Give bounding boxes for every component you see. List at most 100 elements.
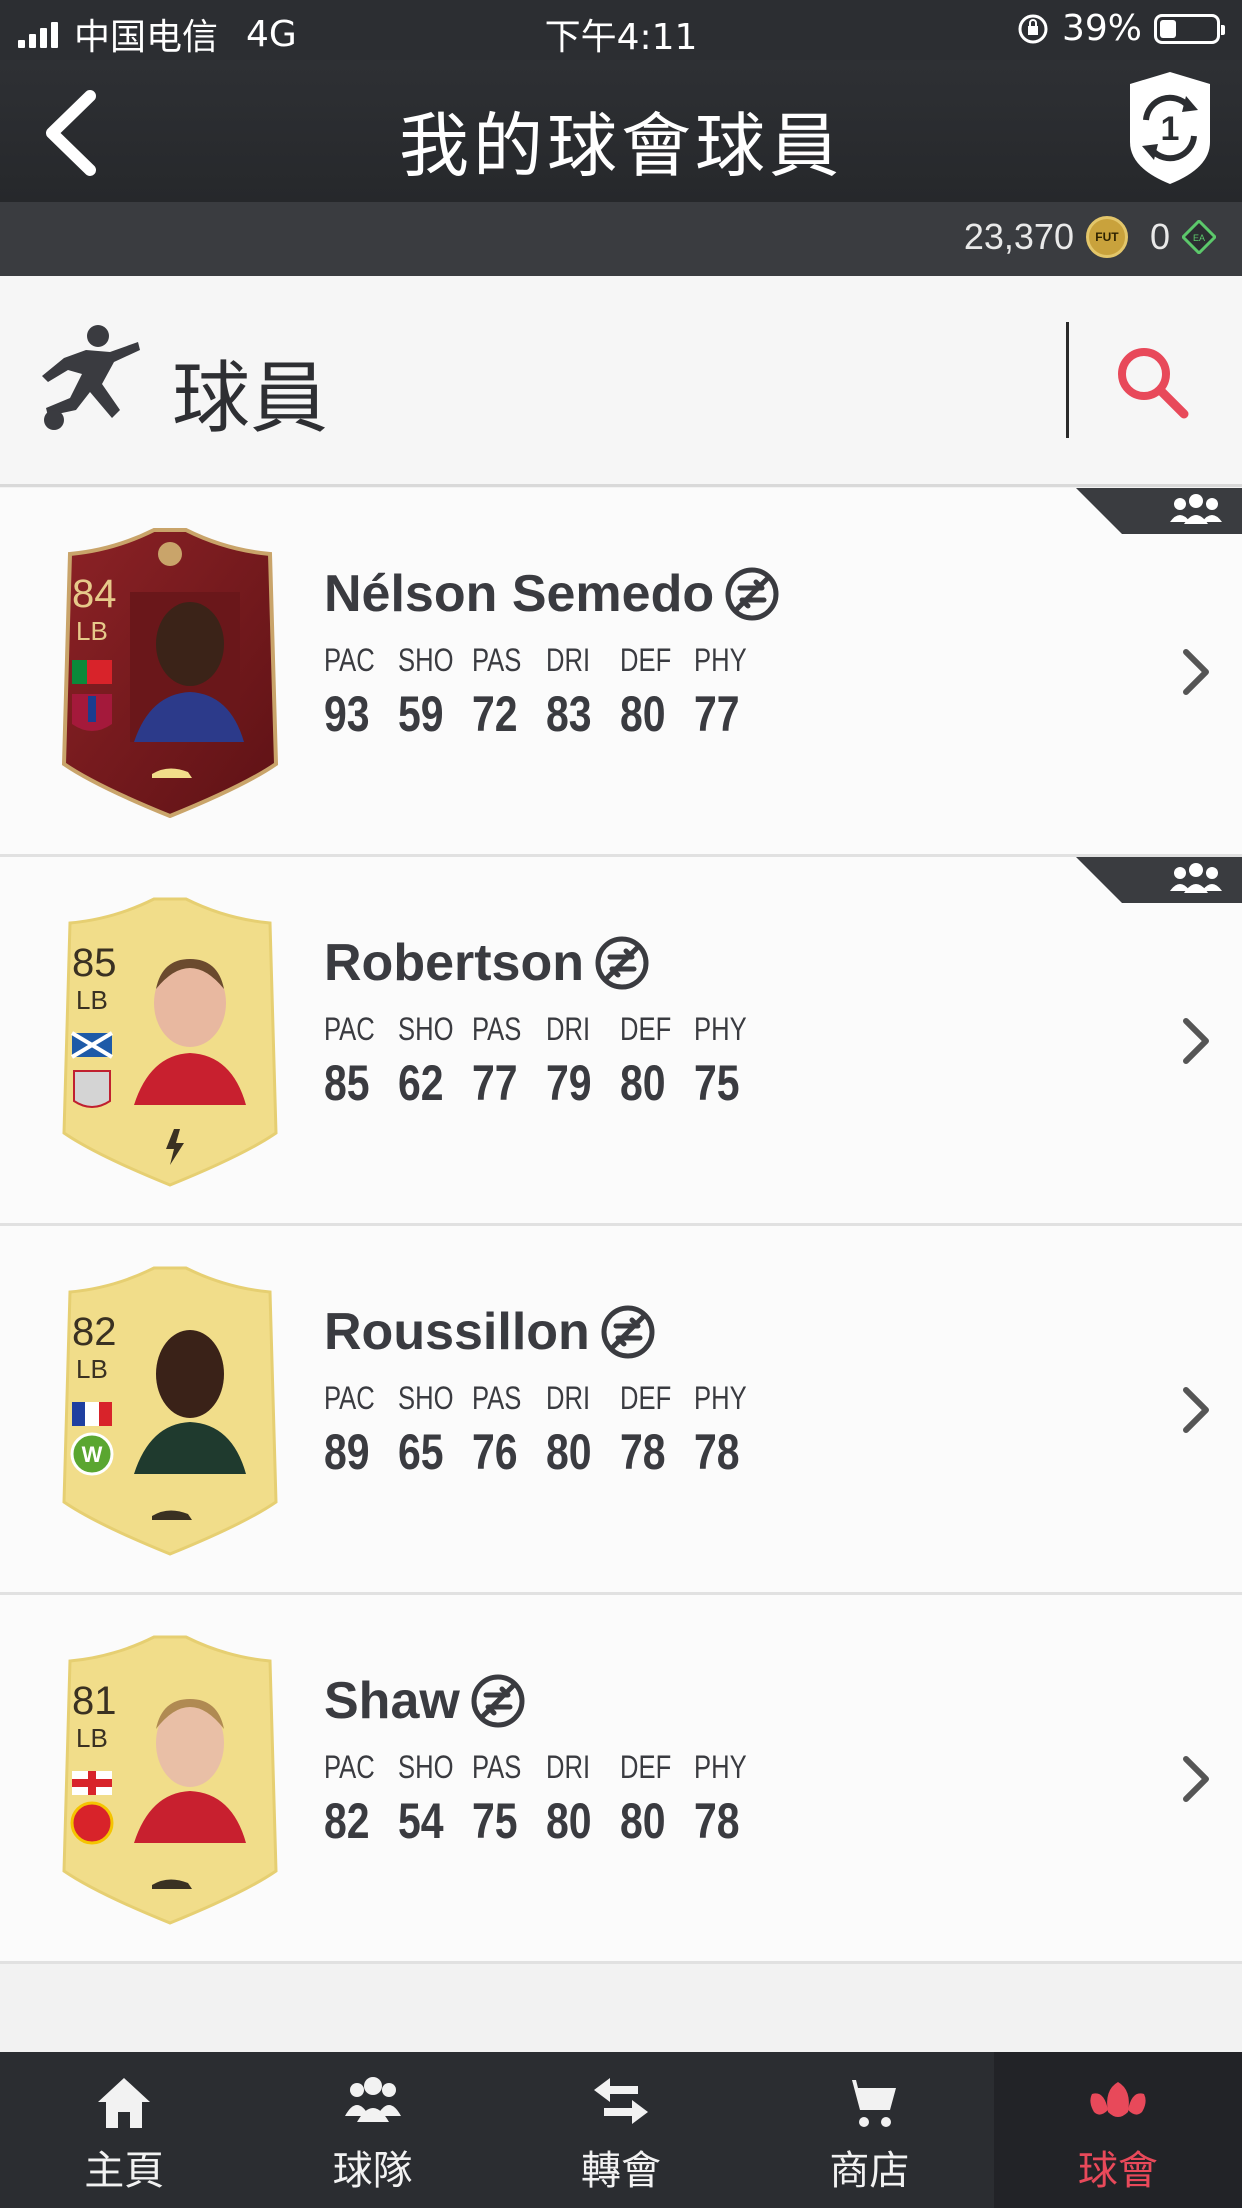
- stat-value: 72: [472, 686, 518, 742]
- tab-team[interactable]: 球隊: [248, 2052, 496, 2208]
- stat-label: DRI: [546, 1749, 591, 1785]
- player-row[interactable]: 81 LB Shaw PAC 82 SHO 54 PAS 75 DRI 80 DEF 80…: [0, 1595, 1242, 1964]
- player-row[interactable]: 84 LB Nélson Semedo PAC 93 SHO 59 PAS 72 DR…: [0, 488, 1242, 857]
- player-name-text: Shaw: [324, 1672, 460, 1730]
- stat-value: 82: [324, 1793, 370, 1849]
- squad-tag-icon: [1076, 488, 1242, 534]
- player-card: 81 LB: [54, 1631, 286, 1925]
- player-list: 84 LB Nélson Semedo PAC 93 SHO 59 PAS 72 DR…: [0, 488, 1242, 1964]
- card-background: [61, 528, 279, 819]
- bottom-nav: 主頁 球隊 轉會 商店 球會: [0, 2052, 1242, 2208]
- stat-value: 65: [398, 1424, 444, 1480]
- stat-label: DEF: [620, 1749, 672, 1785]
- player-kick-icon: [42, 325, 140, 430]
- player-row[interactable]: 85 LB Robertson PAC 85 SHO 62 PAS 77 DRI 79 …: [0, 857, 1242, 1226]
- stat-value: 80: [620, 1793, 666, 1849]
- tab-transfers[interactable]: 轉會: [497, 2052, 745, 2208]
- player-stats: PAC 82 SHO 54 PAS 75 DRI 80 DEF 80 PHY 78: [324, 1749, 752, 1850]
- stat-label: PHY: [694, 1380, 747, 1416]
- divider: [1066, 322, 1069, 438]
- card-background: [62, 1635, 278, 1925]
- tab-label: 主頁: [84, 2148, 165, 2194]
- stat-value: 79: [546, 1055, 592, 1111]
- chevron-right-icon[interactable]: [1178, 1015, 1214, 1067]
- player-stats: PAC 85 SHO 62 PAS 77 DRI 79 DEF 80 PHY 75: [324, 1011, 752, 1112]
- club-icon: [1090, 2082, 1146, 2117]
- svg-text:W: W: [82, 1442, 103, 1467]
- fut-coin-icon: FUT: [1085, 216, 1128, 258]
- stat-value: 59: [398, 686, 444, 742]
- tab-label: 商店: [829, 2148, 910, 2194]
- chevron-right-icon[interactable]: [1178, 1384, 1214, 1436]
- rotation-lock-icon: [1018, 14, 1048, 43]
- stat-value: 78: [694, 1793, 740, 1849]
- objectives-badge-icon[interactable]: 1: [1122, 70, 1218, 186]
- squad-tag-icon: [1076, 857, 1242, 903]
- tab-home[interactable]: 主頁: [0, 2052, 248, 2208]
- player-card: W 82 LB: [54, 1262, 286, 1556]
- section-title: 球員: [172, 354, 329, 444]
- stat-label: PAC: [324, 642, 375, 678]
- stat-value: 80: [546, 1793, 592, 1849]
- untradeable-icon: [595, 936, 649, 990]
- stat-value: 83: [546, 686, 592, 742]
- player-name: Shaw: [324, 1671, 526, 1731]
- stat-value: 78: [620, 1424, 666, 1480]
- card-rating: 84: [72, 572, 117, 616]
- card-position: LB: [76, 1723, 108, 1753]
- chevron-right-icon[interactable]: [1178, 646, 1214, 698]
- stat-label: PAC: [324, 1749, 375, 1785]
- stat-value: 93: [324, 686, 370, 742]
- player-card: 84 LB: [54, 524, 286, 819]
- untradeable-icon: [601, 1305, 655, 1359]
- battery-icon: [1154, 13, 1225, 44]
- card-position: LB: [76, 985, 108, 1015]
- player-stats: PAC 89 SHO 65 PAS 76 DRI 80 DEF 78 PHY 78: [324, 1380, 752, 1481]
- stat-value: 54: [398, 1793, 444, 1849]
- players-section-header: 球員: [0, 276, 1242, 487]
- tab-store[interactable]: 商店: [745, 2052, 993, 2208]
- stat-label: PAC: [324, 1380, 375, 1416]
- tab-club[interactable]: 球會: [993, 2052, 1242, 2208]
- untradeable-icon: [471, 1674, 525, 1728]
- search-icon[interactable]: [1112, 342, 1192, 422]
- points-balance: 0: [1149, 216, 1170, 257]
- tab-label: 球會: [1077, 2148, 1158, 2194]
- player-card: 85 LB: [54, 893, 286, 1187]
- stat-value: 75: [694, 1055, 740, 1111]
- chevron-right-icon[interactable]: [1178, 1753, 1214, 1805]
- stat-label: DRI: [546, 642, 591, 678]
- stat-value: 80: [620, 686, 666, 742]
- player-name: Robertson: [324, 933, 650, 993]
- tab-label: 轉會: [581, 2148, 662, 2194]
- card-rating: 81: [72, 1679, 117, 1723]
- coin-label: FUT: [1095, 230, 1119, 244]
- player-name-text: Robertson: [324, 934, 584, 992]
- player-name: Nélson Semedo: [324, 564, 780, 624]
- status-bar: 中国电信 4G 下午4:11 39%: [0, 0, 1242, 60]
- card-position: LB: [76, 1354, 108, 1384]
- stat-label: PAC: [324, 1011, 375, 1047]
- stat-value: 80: [620, 1055, 666, 1111]
- player-row[interactable]: W 82 LB Roussillon PAC 89 SHO 65 PAS 76 DRI…: [0, 1226, 1242, 1595]
- stat-label: SHO: [398, 642, 454, 678]
- stat-label: PAS: [472, 1749, 522, 1785]
- tab-label: 球隊: [332, 2148, 413, 2194]
- card-background: W: [62, 1266, 278, 1556]
- player-stats: PAC 93 SHO 59 PAS 72 DRI 83 DEF 80 PHY 77: [324, 642, 752, 743]
- stat-label: PAS: [472, 1011, 522, 1047]
- player-name-text: Nélson Semedo: [324, 565, 715, 623]
- svg-text:EA: EA: [1193, 233, 1205, 243]
- stat-label: DEF: [620, 1380, 672, 1416]
- stat-label: PHY: [694, 642, 747, 678]
- stat-value: 76: [472, 1424, 518, 1480]
- card-position: LB: [76, 616, 108, 646]
- stat-value: 75: [472, 1793, 518, 1849]
- card-background: [62, 897, 278, 1187]
- stat-label: SHO: [398, 1011, 454, 1047]
- stat-label: DRI: [546, 1380, 591, 1416]
- stat-label: PAS: [472, 1380, 522, 1416]
- team-icon: [344, 2077, 401, 2122]
- stat-label: DEF: [620, 642, 672, 678]
- stat-label: SHO: [398, 1380, 454, 1416]
